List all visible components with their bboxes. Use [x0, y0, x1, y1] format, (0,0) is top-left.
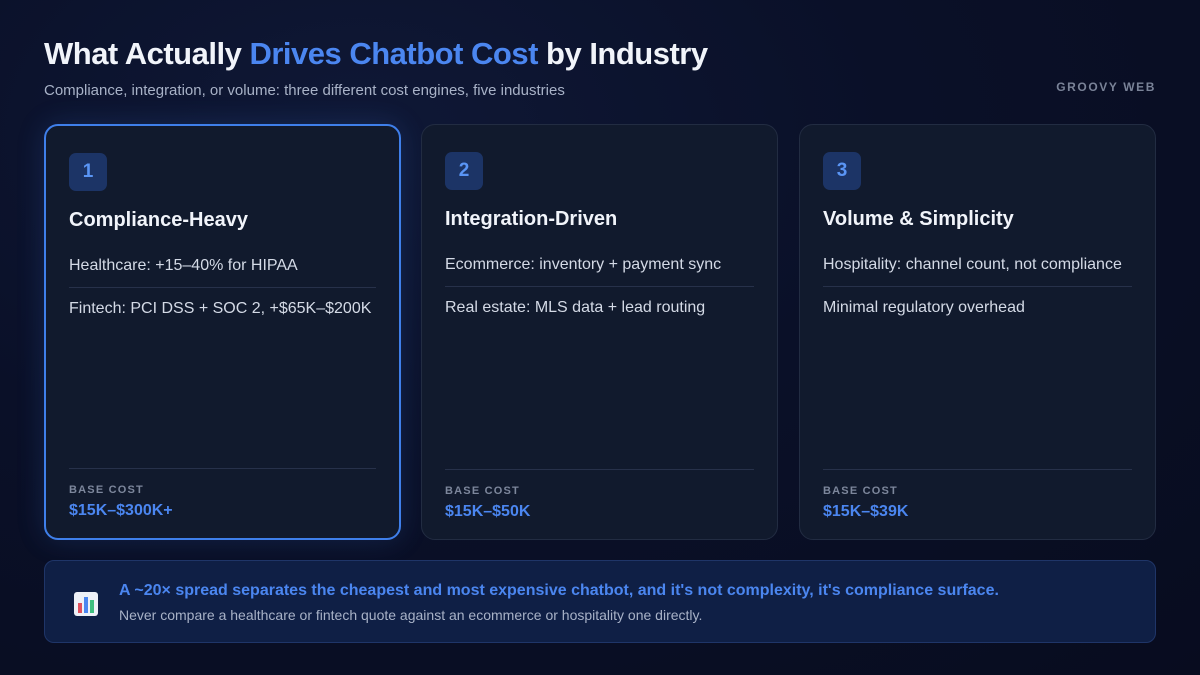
card-number: 2: [445, 152, 483, 190]
page-title: What Actually Drives Chatbot Cost by Ind…: [44, 36, 1156, 72]
card-number: 1: [69, 153, 107, 191]
card-number: 3: [823, 152, 861, 190]
base-cost-label: BASE COST: [69, 484, 144, 496]
card-points: Healthcare: +15–40% for HIPAA Fintech: P…: [69, 254, 376, 330]
title-text-end: by Industry: [537, 36, 708, 71]
card-compliance-heavy[interactable]: 1 Compliance-Heavy Healthcare: +15–40% f…: [44, 124, 401, 540]
card-point: Minimal regulatory overhead: [823, 286, 1132, 329]
card-points: Hospitality: channel count, not complian…: [823, 253, 1132, 329]
card-point: Fintech: PCI DSS + SOC 2, +$65K–$200K: [69, 287, 376, 330]
base-cost-label: BASE COST: [445, 485, 520, 497]
card-point: Ecommerce: inventory + payment sync: [445, 256, 722, 273]
base-cost: BASE COST $15K–$50K: [445, 469, 754, 521]
base-cost-value: $15K–$39K: [823, 503, 909, 520]
callout-banner: A ~20× spread separates the cheapest and…: [44, 560, 1156, 643]
bar-chart-icon: [73, 591, 99, 617]
card-title: Volume & Simplicity: [823, 208, 1014, 230]
card-point: Healthcare: +15–40% for HIPAA: [69, 257, 298, 274]
card-point: Hospitality: channel count, not complian…: [823, 256, 1122, 273]
base-cost-label: BASE COST: [823, 485, 898, 497]
page-subtitle: Compliance, integration, or volume: thre…: [44, 82, 565, 99]
title-text: What Actually: [44, 36, 250, 71]
card-title: Integration-Driven: [445, 208, 618, 230]
callout-headline: A ~20× spread separates the cheapest and…: [119, 582, 999, 599]
title-accent: Drives Chatbot Cost: [249, 36, 538, 71]
base-cost-value: $15K–$50K: [445, 503, 531, 520]
header: What Actually Drives Chatbot Cost by Ind…: [44, 36, 1156, 106]
card-title: Compliance-Heavy: [69, 209, 248, 231]
card-volume-simplicity[interactable]: 3 Volume & Simplicity Hospitality: chann…: [799, 124, 1156, 540]
callout-subtext: Never compare a healthcare or fintech qu…: [119, 607, 703, 623]
brand-label: GROOVY WEB: [1056, 80, 1156, 94]
card-integration-driven[interactable]: 2 Integration-Driven Ecommerce: inventor…: [421, 124, 778, 540]
base-cost: BASE COST $15K–$300K+: [69, 468, 376, 520]
base-cost-value: $15K–$300K+: [69, 502, 173, 519]
base-cost: BASE COST $15K–$39K: [823, 469, 1132, 521]
card-point: Real estate: MLS data + lead routing: [445, 286, 754, 329]
card-points: Ecommerce: inventory + payment sync Real…: [445, 253, 754, 329]
